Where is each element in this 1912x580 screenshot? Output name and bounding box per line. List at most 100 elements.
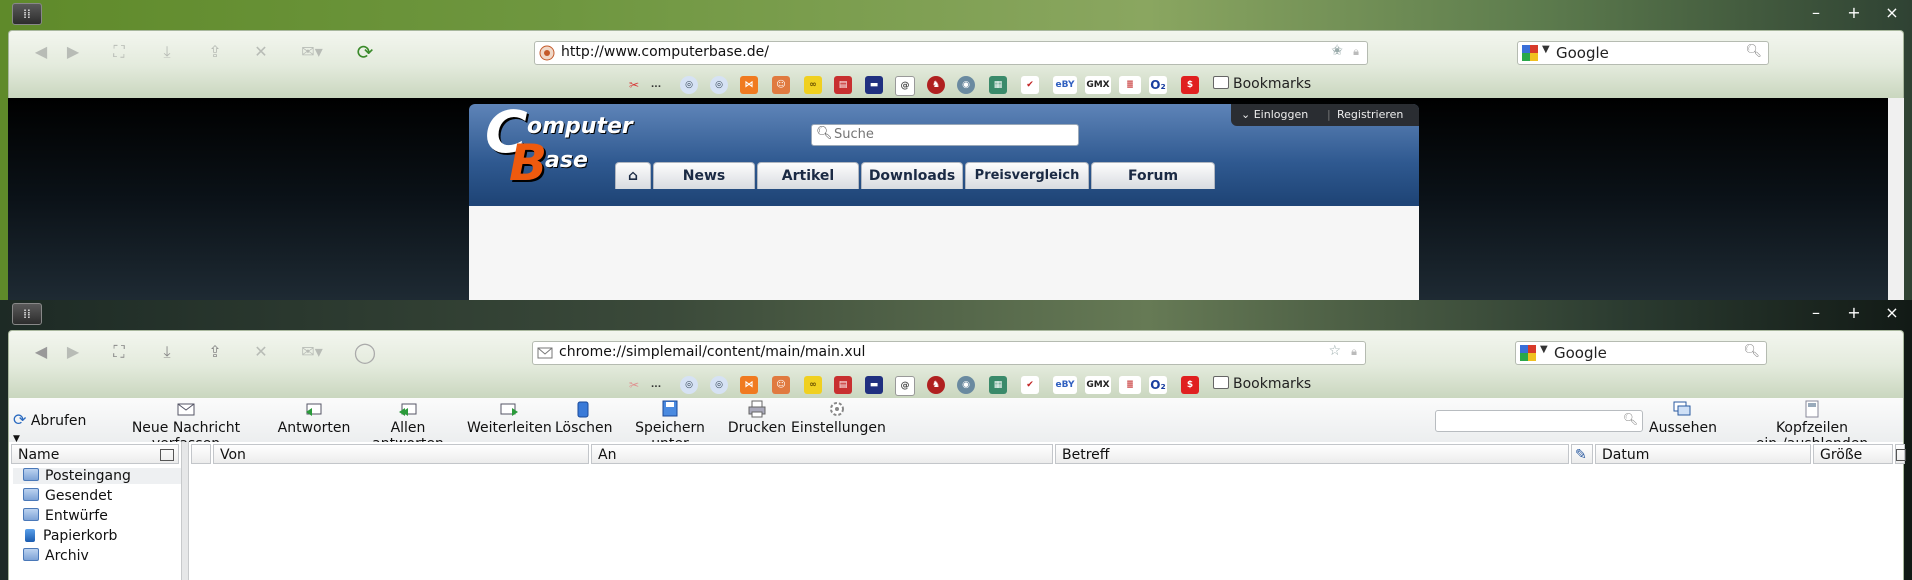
bookmark-gmx-icon[interactable]: GMX — [1085, 76, 1111, 94]
bookmark-scissors-icon[interactable]: ✂ — [621, 376, 647, 394]
computerbase-logo[interactable]: Computer Base — [485, 98, 633, 192]
bookmark-news-icon[interactable]: ≣ — [1119, 376, 1141, 394]
download-icon[interactable]: ⤓ — [155, 341, 179, 363]
bookmark-flag-icon[interactable]: ▬ — [865, 376, 883, 394]
attachment-column-header[interactable]: ✎ — [1571, 444, 1593, 464]
stop-icon[interactable]: ✕ — [249, 341, 273, 363]
share-icon[interactable]: ⇪ — [203, 41, 227, 63]
bookmark-share-icon[interactable]: ⋈ — [740, 76, 758, 94]
folder-column-header[interactable]: Name — [11, 444, 179, 464]
bookmark-check-icon[interactable]: ✔ — [1021, 376, 1039, 394]
minimize-button[interactable]: – — [1808, 303, 1824, 322]
bookmark-link-icon[interactable]: ∞ — [804, 376, 822, 394]
fullscreen-icon[interactable]: ⛶ — [107, 341, 131, 363]
date-column-header[interactable]: Datum — [1595, 444, 1811, 464]
tab-downloads[interactable]: Downloads — [861, 162, 963, 189]
tab-home[interactable]: ⌂ — [615, 162, 651, 189]
maximize-button[interactable]: + — [1846, 3, 1862, 22]
tab-artikel[interactable]: Artikel — [757, 162, 859, 189]
appearance-button[interactable]: Aussehen — [1649, 400, 1717, 436]
login-link[interactable]: ⌄ Einloggen — [1241, 108, 1308, 121]
print-button[interactable]: Drucken — [727, 400, 787, 436]
bookmark-bull-icon[interactable]: ♞ — [927, 376, 945, 394]
bookmarks-folder[interactable]: Bookmarks — [1213, 76, 1311, 92]
thread-column-header[interactable] — [191, 444, 211, 464]
reload-icon[interactable]: ◯ — [353, 341, 377, 363]
bookmark-at-icon[interactable]: @ — [895, 376, 915, 396]
bookmark-o2-icon[interactable]: O₂ — [1149, 376, 1167, 394]
bookmark-globe-icon[interactable]: ◎ — [680, 376, 698, 394]
search-icon[interactable]: 🔍︎ — [1743, 344, 1760, 359]
address-bar[interactable]: chrome://simplemail/content/main/main.xu… — [532, 341, 1366, 365]
bookmarks-folder[interactable]: Bookmarks — [1213, 376, 1311, 392]
minimize-button[interactable]: – — [1808, 3, 1824, 22]
bookmark-people-icon[interactable]: ☺ — [772, 76, 790, 94]
mail-search-box[interactable]: 🔍︎ — [1435, 410, 1643, 432]
search-icon[interactable]: 🔍︎ — [1745, 44, 1762, 59]
bookmark-ebay-icon[interactable]: eBY — [1053, 76, 1077, 94]
tab-preisvergleich[interactable]: Preisvergleich — [965, 162, 1089, 189]
mail-icon[interactable]: ✉▾ — [295, 41, 329, 63]
bookmark-disc-icon[interactable]: ◉ — [957, 376, 975, 394]
bookmark-grid-icon[interactable]: ▦ — [989, 76, 1007, 94]
bookmark-star-icon[interactable]: ☆ — [1328, 343, 1341, 359]
size-column-header[interactable]: Größe — [1813, 444, 1893, 464]
maximize-button[interactable]: + — [1846, 303, 1862, 322]
fullscreen-icon[interactable]: ⛶ — [107, 41, 131, 63]
bookmark-sparkasse-icon[interactable]: $ — [1181, 76, 1199, 94]
from-column-header[interactable]: Von — [213, 444, 589, 464]
engine-dropdown-icon[interactable]: ▼ — [1542, 44, 1550, 55]
bookmark-tag-icon[interactable]: ▤ — [834, 376, 852, 394]
pane-splitter[interactable] — [181, 442, 189, 580]
folder-item-drafts[interactable]: Entwürfe — [23, 508, 108, 524]
message-column-picker[interactable] — [1895, 444, 1906, 464]
register-link[interactable]: Registrieren — [1337, 108, 1403, 121]
fetch-button[interactable]: ⟳ Abrufen ▼ — [13, 410, 93, 445]
bookmark-share-icon[interactable]: ⋈ — [740, 376, 758, 394]
bookmark-o2-icon[interactable]: O₂ — [1149, 76, 1167, 94]
app-menu-button[interactable]: ⁞⁞ — [12, 3, 42, 25]
bookmark-people-icon[interactable]: ☺ — [772, 376, 790, 394]
mail-icon[interactable]: ✉▾ — [295, 341, 329, 363]
column-picker-icon[interactable] — [160, 449, 174, 461]
bookmark-ebay-icon[interactable]: eBY — [1053, 376, 1077, 394]
bookmark-flag-icon[interactable]: ▬ — [865, 76, 883, 94]
bookmark-sparkasse-icon[interactable]: $ — [1181, 376, 1199, 394]
bookmark-gmx-icon[interactable]: GMX — [1085, 376, 1111, 394]
delete-button[interactable]: Löschen — [555, 400, 612, 436]
folder-item-inbox[interactable]: Posteingang — [13, 468, 183, 484]
bookmark-check-icon[interactable]: ✔ — [1021, 76, 1039, 94]
bookmark-more[interactable]: ... — [649, 376, 663, 394]
close-button[interactable]: × — [1884, 303, 1900, 322]
stop-icon[interactable]: ✕ — [249, 41, 273, 63]
folder-item-archive[interactable]: Archiv — [23, 548, 89, 564]
forward-arrow-icon[interactable]: ▶ — [61, 41, 85, 63]
bookmark-tag-icon[interactable]: ▤ — [834, 76, 852, 94]
bookmark-globe2-icon[interactable]: ◎ — [710, 76, 728, 94]
engine-dropdown-icon[interactable]: ▼ — [1540, 344, 1548, 355]
folder-item-sent[interactable]: Gesendet — [23, 488, 112, 504]
reply-button[interactable]: Antworten — [277, 400, 351, 436]
reload-icon[interactable]: ⟳ — [353, 41, 377, 63]
tab-news[interactable]: News — [653, 162, 755, 189]
bookmark-scissors-icon[interactable]: ✂ — [621, 76, 647, 94]
bookmark-grid-icon[interactable]: ▦ — [989, 376, 1007, 394]
download-icon[interactable]: ⤓ — [155, 41, 179, 63]
search-bar[interactable]: ▼ Google 🔍︎ — [1515, 341, 1767, 365]
back-arrow-icon[interactable]: ◀ — [29, 41, 53, 63]
share-icon[interactable]: ⇪ — [203, 341, 227, 363]
bookmark-at-icon[interactable]: @ — [895, 76, 915, 96]
bookmark-bull-icon[interactable]: ♞ — [927, 76, 945, 94]
app-menu-button[interactable]: ⁞⁞ — [12, 303, 42, 325]
bookmark-globe-icon[interactable]: ◎ — [680, 76, 698, 94]
forward-button[interactable]: Weiterleiten — [467, 400, 552, 436]
to-column-header[interactable]: An — [591, 444, 1053, 464]
search-bar[interactable]: ▼ Google 🔍︎ — [1517, 41, 1769, 65]
bookmark-news-icon[interactable]: ≣ — [1119, 76, 1141, 94]
search-icon[interactable]: 🔍︎ — [1623, 412, 1638, 426]
bookmark-globe2-icon[interactable]: ◎ — [710, 376, 728, 394]
bookmark-disc-icon[interactable]: ◉ — [957, 76, 975, 94]
folder-item-trash[interactable]: Papierkorb — [23, 528, 117, 544]
bookmark-more[interactable]: ... — [649, 76, 663, 94]
address-bar[interactable]: http://www.computerbase.de/ ✬ 🔒︎ — [534, 41, 1368, 65]
